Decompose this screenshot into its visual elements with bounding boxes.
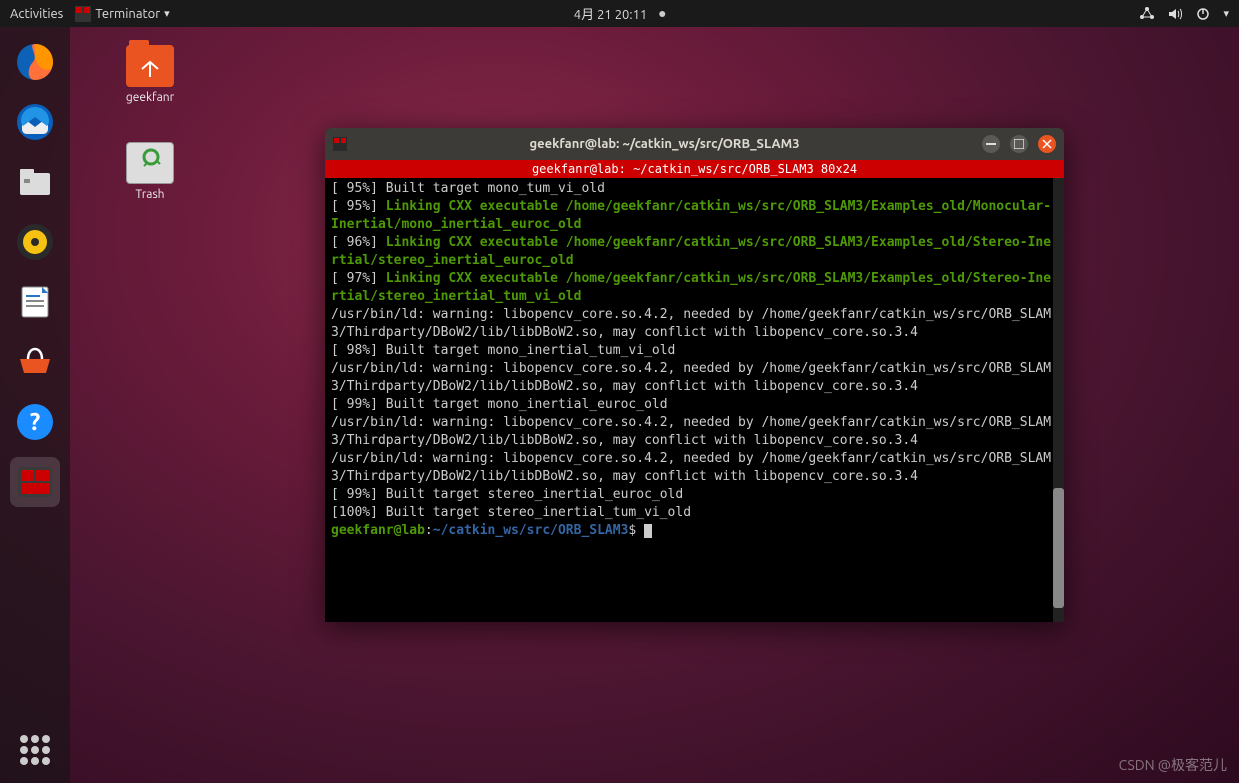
terminal-titlebar[interactable]: geekfanr@lab: ~/catkin_ws/src/ORB_SLAM3 <box>325 128 1064 160</box>
network-icon[interactable] <box>1139 6 1155 22</box>
app-menu-label: Terminator <box>95 7 160 21</box>
folder-icon <box>126 45 174 87</box>
watermark: CSDN @极客范儿 <box>1119 755 1227 775</box>
terminator-titlebar-icon <box>333 137 347 151</box>
rhythmbox-icon[interactable] <box>10 217 60 267</box>
minimize-button[interactable] <box>982 135 1000 153</box>
files-icon[interactable] <box>10 157 60 207</box>
help-icon[interactable]: ? <box>10 397 60 447</box>
trash-icon <box>126 142 174 184</box>
svg-text:?: ? <box>30 408 41 435</box>
power-icon[interactable] <box>1195 6 1211 22</box>
dock: ? <box>0 27 70 783</box>
chevron-down-icon: ▾ <box>164 7 170 20</box>
terminator-icon <box>75 6 91 22</box>
notification-dot-icon <box>659 11 665 17</box>
clock[interactable]: 4月 21 20:11 <box>574 4 647 23</box>
terminal-tab-title[interactable]: geekfanr@lab: ~/catkin_ws/src/ORB_SLAM3 … <box>325 160 1064 178</box>
home-folder[interactable]: geekfanr <box>110 45 190 104</box>
maximize-button[interactable] <box>1010 135 1028 153</box>
terminator-dock-icon[interactable] <box>10 457 60 507</box>
app-menu[interactable]: Terminator ▾ <box>75 6 169 22</box>
thunderbird-icon[interactable] <box>10 97 60 147</box>
ubuntu-software-icon[interactable] <box>10 337 60 387</box>
volume-icon[interactable] <box>1167 6 1183 22</box>
libreoffice-writer-icon[interactable] <box>10 277 60 327</box>
trash[interactable]: Trash <box>110 142 190 201</box>
home-folder-label: geekfanr <box>126 91 174 104</box>
terminal-window: geekfanr@lab: ~/catkin_ws/src/ORB_SLAM3 … <box>325 128 1064 622</box>
show-applications-icon[interactable] <box>20 735 50 765</box>
system-menu-chevron-icon[interactable]: ▾ <box>1223 7 1229 20</box>
trash-label: Trash <box>135 188 164 201</box>
activities-button[interactable]: Activities <box>10 7 63 21</box>
close-button[interactable] <box>1038 135 1056 153</box>
terminal-body[interactable]: [ 95%] Built target mono_tum_vi_old[ 95%… <box>325 178 1064 622</box>
terminal-scrollbar[interactable] <box>1053 178 1064 622</box>
firefox-icon[interactable] <box>10 37 60 87</box>
top-panel: Activities Terminator ▾ 4月 21 20:11 ▾ <box>0 0 1239 27</box>
terminal-title: geekfanr@lab: ~/catkin_ws/src/ORB_SLAM3 <box>347 137 982 151</box>
